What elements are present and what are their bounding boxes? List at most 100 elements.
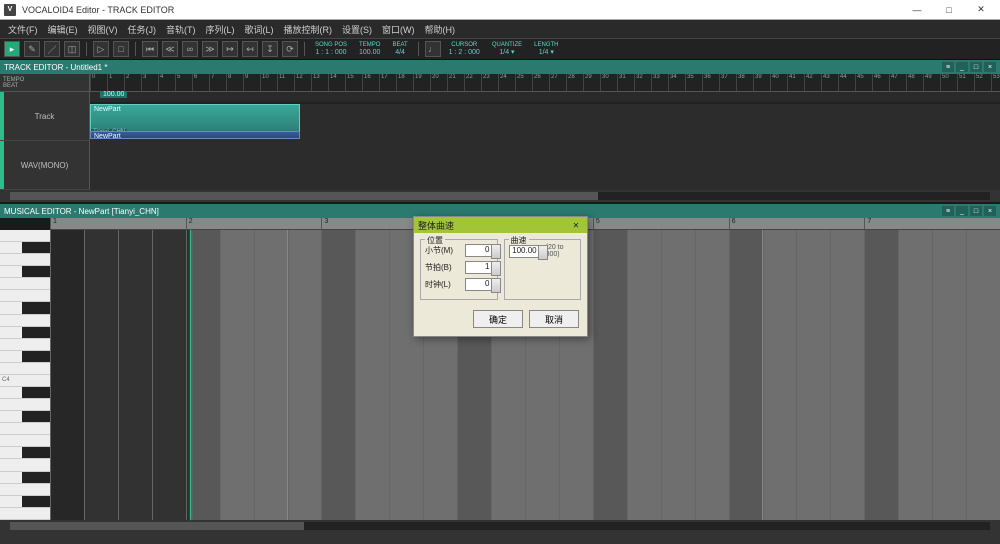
menu-t[interactable]: 音轨(T) [162, 21, 200, 38]
panel-max-button[interactable]: □ [970, 62, 982, 72]
panel-min-button[interactable]: _ [956, 206, 968, 216]
grid-column [864, 230, 898, 520]
piano-key-black[interactable] [0, 411, 50, 423]
piano-key-white[interactable] [0, 339, 50, 351]
ok-button[interactable]: 确定 [473, 310, 523, 328]
playhead[interactable] [190, 230, 191, 520]
piano-keyboard[interactable]: C4 [0, 230, 50, 520]
ruler-tick: 5 [175, 74, 192, 91]
ruler-tick: 32 [634, 74, 651, 91]
pencil-tool-button[interactable]: ✎ [24, 41, 40, 57]
piano-key-white[interactable] [0, 435, 50, 447]
loop-button[interactable]: ∞ [182, 41, 198, 57]
tempo-spinner[interactable]: 100.00 [509, 245, 540, 258]
scroll-thumb[interactable] [10, 192, 598, 200]
tempo-lane[interactable]: 100.00 [90, 92, 1000, 102]
panel-min-button[interactable]: _ [956, 62, 968, 72]
piano-key-black[interactable] [0, 327, 50, 339]
bar-spinner[interactable]: 0 [465, 244, 493, 257]
ruler-tick: 7 [209, 74, 226, 91]
menu-w[interactable]: 窗口(W) [378, 21, 419, 38]
piano-key-white[interactable] [0, 459, 50, 471]
rewind-button[interactable]: ≪ [162, 41, 178, 57]
rewind-begin-button[interactable]: ⏮ [142, 41, 158, 57]
ruler-tick: 3 [141, 74, 158, 91]
track-timeline[interactable]: 0123456789101112131415161718192021222324… [90, 74, 1000, 190]
menu-l[interactable]: 序列(L) [202, 21, 239, 38]
forward-button[interactable]: ≫ [202, 41, 218, 57]
panel-close-button[interactable]: × [984, 206, 996, 216]
panel-config-button[interactable]: ≡ [942, 62, 954, 72]
menu-l[interactable]: 歌词(L) [241, 21, 278, 38]
piano-key-black[interactable] [0, 387, 50, 399]
musical-editor-title: MUSICAL EDITOR - NewPart [Tianyi_CHN] [4, 207, 159, 216]
pianoroll-hscroll[interactable] [0, 520, 1000, 532]
piano-key-white[interactable] [0, 423, 50, 435]
menu-j[interactable]: 任务(J) [124, 21, 161, 38]
menu-f[interactable]: 文件(F) [4, 21, 42, 38]
piano-key-white[interactable] [0, 399, 50, 411]
ruler-tick: 0 [90, 74, 107, 91]
piano-key-black[interactable] [0, 447, 50, 459]
piano-key-black[interactable] [0, 472, 50, 484]
piano-key-white[interactable] [0, 508, 50, 520]
dialog-titlebar[interactable]: 整体曲速 ✕ [414, 217, 587, 233]
pointer-tool-button[interactable]: ▸ [4, 41, 20, 57]
track-editor: TEMPO BEAT Track WAV(MONO) 0123456789101… [0, 74, 1000, 202]
beat-spinner[interactable]: 1 [465, 261, 493, 274]
grid-column [84, 230, 118, 520]
piano-key-white[interactable] [0, 315, 50, 327]
track-hscroll[interactable] [0, 190, 1000, 202]
ruler-tick: 43 [821, 74, 838, 91]
track-lane-2[interactable]: NewPart [90, 103, 1000, 104]
piano-key-white[interactable]: C4 [0, 375, 50, 387]
menu-s[interactable]: 设置(S) [338, 21, 376, 38]
piano-key-black[interactable] [0, 266, 50, 278]
piano-key-black[interactable] [0, 351, 50, 363]
minimize-button[interactable]: — [902, 2, 932, 18]
grid-column [830, 230, 864, 520]
bar-ruler[interactable]: 0123456789101112131415161718192021222324… [90, 74, 1000, 92]
maximize-button[interactable]: □ [934, 2, 964, 18]
piano-key-black[interactable] [0, 496, 50, 508]
panel-config-button[interactable]: ≡ [942, 206, 954, 216]
goto-marker-button[interactable]: ↧ [262, 41, 278, 57]
close-button[interactable]: ✕ [966, 2, 996, 18]
line-tool-button[interactable]: ／ [44, 41, 60, 57]
piano-key-white[interactable] [0, 278, 50, 290]
ruler-tick: 19 [413, 74, 430, 91]
piano-key-white[interactable] [0, 484, 50, 496]
grid-column [50, 230, 84, 520]
tempo-marker[interactable]: 100.00 [100, 91, 127, 98]
play-button[interactable]: ▷ [93, 41, 109, 57]
wave-clip[interactable]: NewPart [90, 131, 300, 139]
menu-e[interactable]: 编辑(E) [44, 21, 82, 38]
menu-v[interactable]: 视图(V) [84, 21, 122, 38]
repeat-button[interactable]: ⟳ [282, 41, 298, 57]
marker-b-button[interactable]: ↤ [242, 41, 258, 57]
track-header-1[interactable]: Track [0, 92, 89, 141]
menu-r[interactable]: 播放控制(R) [280, 21, 337, 38]
marker-a-button[interactable]: ↦ [222, 41, 238, 57]
grid-column [763, 230, 797, 520]
quantize-readout[interactable]: QUANTIZE1/4 ▾ [488, 41, 526, 57]
track-header-2[interactable]: WAV(MONO) [0, 141, 89, 190]
stop-button[interactable]: □ [113, 41, 129, 57]
metronome-button[interactable]: ♩ [425, 41, 441, 57]
dialog-close-button[interactable]: ✕ [569, 219, 583, 231]
length-readout[interactable]: LENGTH1/4 ▾ [530, 41, 562, 57]
piano-key-white[interactable] [0, 254, 50, 266]
cancel-button[interactable]: 取消 [529, 310, 579, 328]
eraser-tool-button[interactable]: ◫ [64, 41, 80, 57]
scroll-thumb[interactable] [10, 522, 304, 530]
piano-key-white[interactable] [0, 290, 50, 302]
panel-close-button[interactable]: × [984, 62, 996, 72]
clock-spinner[interactable]: 0 [465, 278, 493, 291]
grid-column [254, 230, 288, 520]
piano-key-white[interactable] [0, 230, 50, 242]
piano-key-black[interactable] [0, 242, 50, 254]
menu-h[interactable]: 帮助(H) [421, 21, 460, 38]
piano-key-black[interactable] [0, 302, 50, 314]
piano-key-white[interactable] [0, 363, 50, 375]
panel-max-button[interactable]: □ [970, 206, 982, 216]
